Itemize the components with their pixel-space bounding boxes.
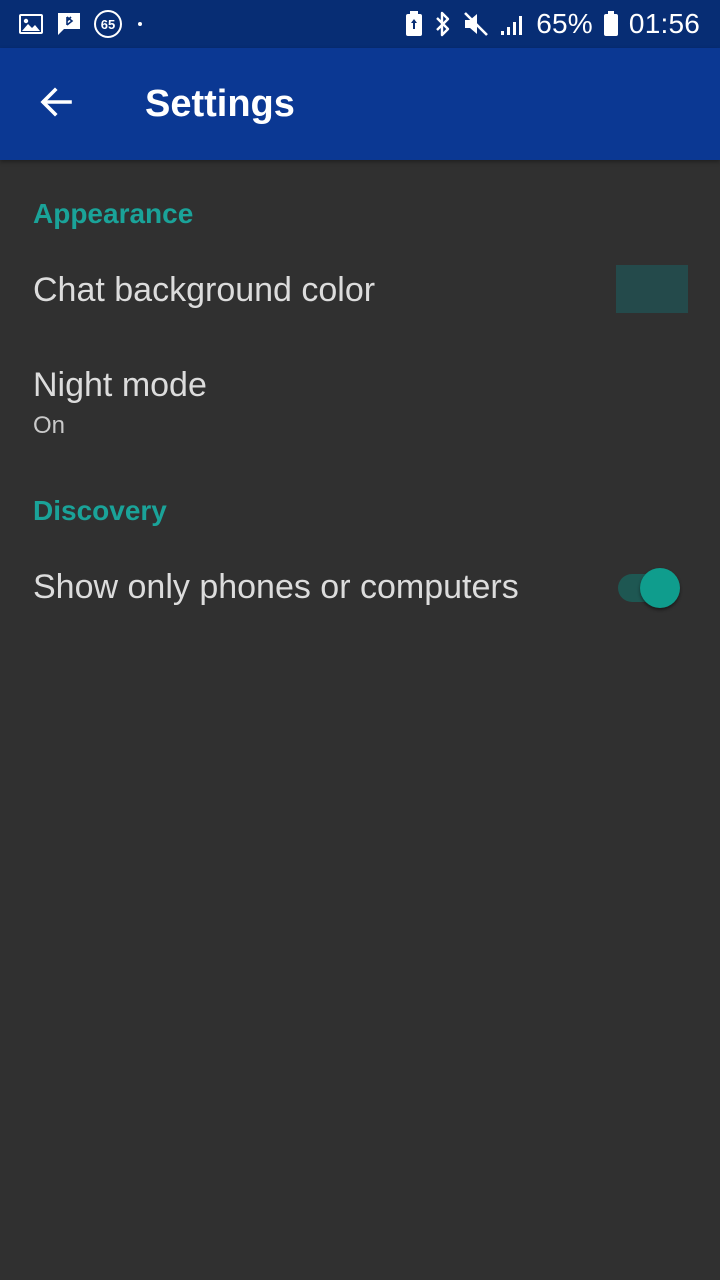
show-only-phones-switch[interactable] bbox=[616, 566, 684, 610]
back-button[interactable] bbox=[28, 76, 84, 132]
dot-icon bbox=[138, 22, 142, 26]
show-only-phones-row[interactable]: Show only phones or computers bbox=[0, 540, 720, 640]
signal-icon bbox=[500, 11, 526, 37]
section-header-discovery: Discovery bbox=[33, 495, 167, 526]
page-title: Settings bbox=[145, 83, 295, 125]
night-mode-summary: On bbox=[33, 412, 66, 439]
show-only-phones-label: Show only phones or computers bbox=[33, 568, 519, 606]
image-icon bbox=[18, 12, 44, 36]
notification-badge: 65 bbox=[94, 10, 122, 38]
bluetooth-icon bbox=[434, 10, 452, 38]
battery-saver-icon bbox=[404, 10, 424, 38]
section-header-appearance: Appearance bbox=[33, 198, 194, 229]
chat-notification-icon bbox=[56, 11, 82, 37]
switch-thumb bbox=[640, 568, 680, 608]
night-mode-row[interactable]: Night mode On bbox=[0, 345, 720, 460]
battery-percent: 65% bbox=[536, 8, 593, 39]
status-bar: 65 65% 01:56 bbox=[0, 0, 720, 48]
night-mode-label: Night mode bbox=[33, 366, 207, 404]
status-bar-left: 65 bbox=[18, 10, 142, 38]
mute-icon bbox=[462, 10, 490, 38]
chat-background-color-swatch[interactable] bbox=[616, 265, 688, 313]
battery-icon bbox=[603, 10, 619, 38]
clock: 01:56 bbox=[628, 8, 700, 39]
status-bar-right: 65% 01:56 bbox=[404, 8, 700, 40]
chat-background-color-label: Chat background color bbox=[33, 271, 376, 309]
arrow-left-icon bbox=[38, 84, 74, 125]
app-bar: Settings bbox=[0, 48, 720, 160]
chat-background-color-row[interactable]: Chat background color bbox=[0, 240, 720, 340]
